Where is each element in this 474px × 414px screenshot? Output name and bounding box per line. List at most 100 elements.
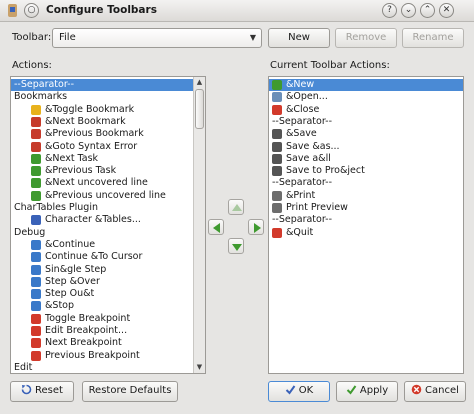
current-actions-list[interactable]: &New &Open... &Close --Separator-- &Save Save… <box>268 76 464 374</box>
scroll-thumb[interactable] <box>195 89 204 129</box>
list-item-label: Bookmarks <box>14 91 68 103</box>
list-item[interactable]: &Continue <box>11 239 193 251</box>
list-item[interactable]: &New <box>269 79 463 91</box>
reset-button[interactable]: Reset <box>10 381 74 402</box>
list-item-label: Save &as... <box>286 140 340 152</box>
window-menu-button[interactable]: ○ <box>24 3 39 18</box>
restore-defaults-button[interactable]: Restore Defaults <box>82 381 178 402</box>
list-item-label: &Print <box>286 189 316 201</box>
list-item-label: Continue &To Cursor <box>45 251 143 263</box>
list-item[interactable]: Continue &To Cursor <box>11 251 193 263</box>
bookmark-next-icon <box>31 116 41 127</box>
list-item[interactable]: &Quit <box>269 227 463 239</box>
prev-task-icon <box>31 166 41 177</box>
list-item[interactable]: --Separator-- <box>269 177 463 189</box>
list-item[interactable]: --Separator-- <box>11 79 193 91</box>
save-icon <box>272 129 282 140</box>
list-item-label: Save a&ll <box>286 152 331 164</box>
list-item-label: Character &Tables... <box>45 214 141 226</box>
list-item[interactable]: Edit Breakpoint... <box>11 325 193 337</box>
list-item-label: &Continue <box>45 238 96 250</box>
list-item[interactable]: Print Preview <box>269 202 463 214</box>
list-item-label: Save to Pro&ject <box>286 165 365 177</box>
reset-icon <box>21 384 32 395</box>
open-icon <box>272 92 282 103</box>
list-item[interactable]: &Save <box>269 128 463 140</box>
toggle-breakpoint-icon <box>31 313 41 324</box>
ok-button[interactable]: OK <box>268 381 330 402</box>
list-item[interactable]: --Separator-- <box>269 116 463 128</box>
scroll-down-icon[interactable]: ▼ <box>194 362 205 373</box>
close-button[interactable]: ✕ <box>439 3 454 18</box>
list-item[interactable]: Toggle Breakpoint <box>11 313 193 325</box>
list-item[interactable]: Step &Over <box>11 276 193 288</box>
step-over-icon <box>31 276 41 287</box>
list-item[interactable]: Debug <box>11 227 193 239</box>
remove-toolbar-button[interactable]: Remove <box>335 28 397 48</box>
next-task-icon <box>31 153 41 164</box>
star-icon <box>31 104 41 115</box>
arrow-up-icon <box>232 204 242 211</box>
actions-scrollbar[interactable]: ▲ ▼ <box>193 77 205 373</box>
list-item-label: --Separator-- <box>272 214 333 226</box>
list-item[interactable]: &Previous Task <box>11 165 193 177</box>
list-item-label: &Previous uncovered line <box>45 189 166 201</box>
step-out-icon <box>31 289 41 300</box>
list-item[interactable]: &Previous Bookmark <box>11 128 193 140</box>
apply-check-icon <box>346 385 357 395</box>
list-item-label: Toggle Breakpoint <box>45 312 131 324</box>
apply-label: Apply <box>359 385 389 396</box>
maximize-button[interactable]: ⌃ <box>420 3 435 18</box>
next-breakpoint-icon <box>31 338 41 349</box>
new-toolbar-button[interactable]: New <box>268 28 330 48</box>
list-item[interactable]: Character &Tables... <box>11 214 193 226</box>
list-item[interactable]: &Next Bookmark <box>11 116 193 128</box>
minimize-icon: ⌄ <box>404 5 413 15</box>
ok-label: OK <box>298 385 314 396</box>
list-item[interactable]: &Next Task <box>11 153 193 165</box>
list-item[interactable]: &Goto Syntax Error <box>11 141 193 153</box>
list-item-label: &New <box>286 79 315 90</box>
apply-button[interactable]: Apply <box>336 381 398 402</box>
list-item[interactable]: Next Breakpoint <box>11 337 193 349</box>
maximize-icon: ⌃ <box>423 5 432 15</box>
remove-action-button[interactable] <box>208 219 224 235</box>
list-item[interactable]: &Open... <box>269 91 463 103</box>
close-icon: ✕ <box>442 5 451 15</box>
list-item-label: &Next Bookmark <box>45 115 126 127</box>
toolbar-select[interactable]: File ▼ <box>52 28 262 48</box>
list-item[interactable]: Save a&ll <box>269 153 463 165</box>
list-item[interactable]: Step Ou&t <box>11 288 193 300</box>
move-down-button[interactable] <box>228 238 244 254</box>
list-item[interactable]: Bookmarks <box>11 91 193 103</box>
save-all-icon <box>272 153 282 164</box>
cancel-button[interactable]: Cancel <box>404 381 466 402</box>
rename-toolbar-button[interactable]: Rename <box>402 28 464 48</box>
list-item[interactable]: CharTables Plugin <box>11 202 193 214</box>
help-button[interactable]: ? <box>382 3 397 18</box>
print-preview-icon <box>272 203 282 213</box>
list-item-label: Step Ou&t <box>45 288 95 300</box>
list-item[interactable]: &Stop <box>11 300 193 312</box>
list-item[interactable]: &Print <box>269 190 463 202</box>
list-item[interactable]: Edit <box>11 362 193 373</box>
list-item-label: &Previous Task <box>45 165 117 177</box>
list-item[interactable]: &Next uncovered line <box>11 177 193 189</box>
add-action-button[interactable] <box>248 219 264 235</box>
chevron-down-icon: ▼ <box>249 33 256 42</box>
move-up-button[interactable] <box>228 199 244 215</box>
scroll-up-icon[interactable]: ▲ <box>194 77 205 88</box>
list-item[interactable]: &Toggle Bookmark <box>11 104 193 116</box>
list-item[interactable]: Previous Breakpoint <box>11 350 193 362</box>
minimize-button[interactable]: ⌄ <box>401 3 416 18</box>
stop-icon <box>31 301 41 312</box>
list-item[interactable]: Sin&gle Step <box>11 264 193 276</box>
actions-list[interactable]: --Separator-- Bookmarks &Toggle Bookmark &N… <box>10 76 206 374</box>
list-item[interactable]: &Previous uncovered line <box>11 190 193 202</box>
list-item[interactable]: Save to Pro&ject <box>269 165 463 177</box>
list-item-label: Previous Breakpoint <box>45 349 140 361</box>
list-item[interactable]: Save &as... <box>269 141 463 153</box>
list-item-label: &Goto Syntax Error <box>45 140 138 152</box>
list-item[interactable]: --Separator-- <box>269 214 463 226</box>
list-item[interactable]: &Close <box>269 104 463 116</box>
